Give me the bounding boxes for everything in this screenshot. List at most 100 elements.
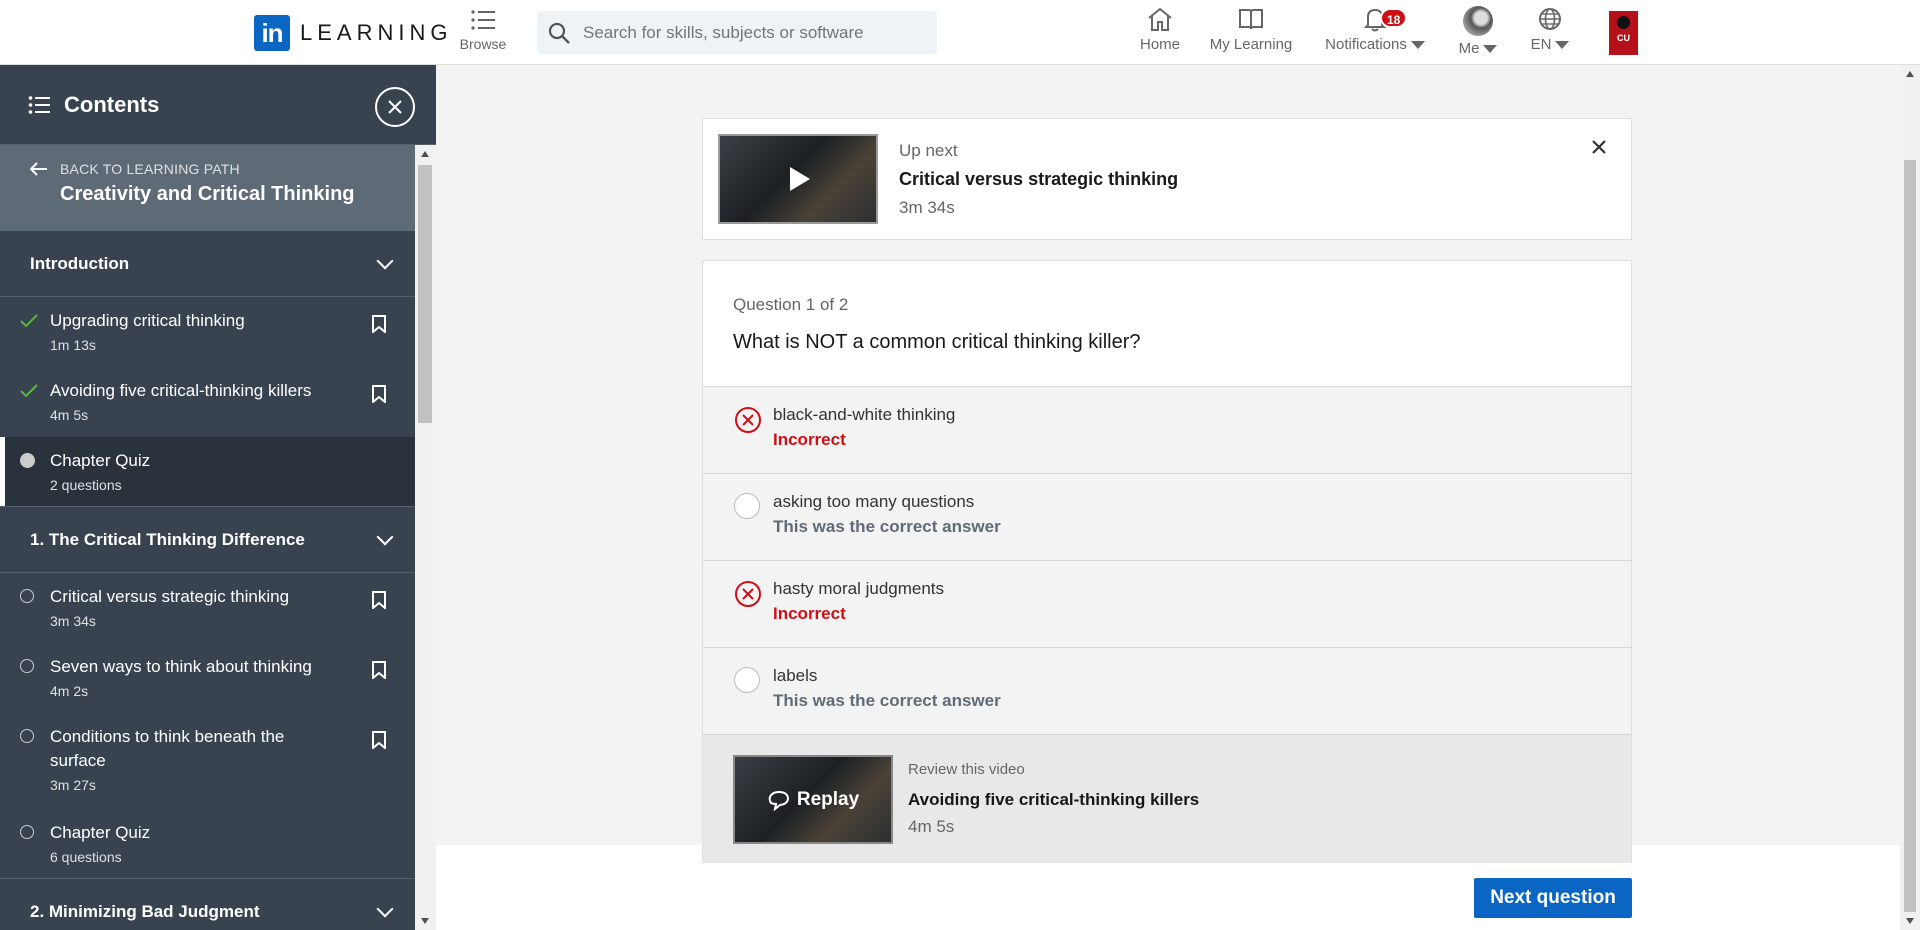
nav-me[interactable]: Me (1454, 6, 1502, 57)
replay-button[interactable]: Replay (735, 757, 891, 842)
chevron-down-icon (376, 528, 394, 545)
replay-icon (768, 790, 789, 811)
answer-option[interactable]: hasty moral judgments Incorrect (703, 560, 1631, 647)
option-verdict: Incorrect (773, 430, 846, 449)
scroll-down-arrow-icon[interactable] (1906, 918, 1914, 924)
not-started-icon (20, 729, 34, 743)
browse-button[interactable]: Browse (455, 8, 511, 52)
check-icon (20, 383, 38, 404)
search-input[interactable] (583, 22, 923, 43)
up-next-label: Up next (899, 141, 958, 160)
replay-label: Replay (796, 788, 860, 810)
sidebar-header: Contents (0, 65, 436, 145)
scroll-down-arrow-icon[interactable] (421, 918, 429, 924)
option-text: black-and-white thinking (773, 405, 956, 424)
item-title: Conditions to think beneath the surface (50, 727, 285, 770)
list-item[interactable]: Seven ways to think about thinking 4m 2s (0, 643, 415, 713)
bookmark-icon[interactable] (372, 315, 386, 338)
scrollbar-thumb[interactable] (418, 165, 432, 423)
nav-notifications[interactable]: 18 Notifications (1322, 6, 1428, 53)
item-title: Chapter Quiz (50, 823, 151, 842)
incorrect-x-icon (734, 406, 762, 439)
linkedin-learning-logo[interactable]: in LEARNING (254, 15, 452, 51)
contents-sidebar: Contents BACK TO LEARNING PATH Creativit… (0, 65, 436, 930)
item-title: Upgrading critical thinking (50, 311, 245, 330)
avatar (1463, 6, 1493, 36)
close-sidebar-button[interactable] (375, 87, 415, 127)
chevron-down-icon (376, 252, 394, 269)
bookmark-icon[interactable] (372, 385, 386, 408)
sidebar-scrollbar[interactable] (415, 145, 436, 930)
question-text: What is NOT a common critical thinking k… (733, 331, 1141, 353)
up-next-title: Critical versus strategic thinking (899, 169, 1179, 189)
close-icon (388, 100, 402, 114)
up-next-card[interactable]: Up next Critical versus strategic thinki… (702, 118, 1632, 240)
sidebar-title: Contents (64, 91, 160, 117)
option-verdict: This was the correct answer (773, 691, 1001, 710)
linkedin-logo-icon: in (254, 15, 290, 51)
option-verdict: Incorrect (773, 604, 846, 623)
option-text: asking too many questions (773, 492, 975, 511)
review-video-thumbnail[interactable]: Replay (733, 755, 893, 844)
chevron-down-icon (376, 900, 394, 918)
item-title: Chapter Quiz (50, 451, 151, 470)
chevron-down-icon (1555, 40, 1570, 49)
item-duration: 4m 2s (50, 683, 89, 699)
item-duration: 3m 27s (50, 777, 96, 793)
not-started-icon (20, 825, 34, 839)
list-item-current[interactable]: Chapter Quiz 2 questions (0, 437, 415, 507)
incorrect-x-icon (734, 580, 762, 613)
nav-me-label: Me (1458, 40, 1480, 57)
nav-language[interactable]: EN (1526, 6, 1574, 53)
arrow-left-icon (30, 162, 47, 176)
sidebar-contents-list: BACK TO LEARNING PATH Creativity and Cri… (0, 145, 415, 930)
option-verdict: This was the correct answer (773, 517, 1001, 536)
item-duration: 6 questions (50, 849, 122, 865)
scroll-up-arrow-icon[interactable] (1906, 71, 1914, 77)
list-item[interactable]: Avoiding five critical-thinking killers … (0, 367, 415, 437)
nav-home[interactable]: Home (1136, 6, 1184, 53)
answer-option[interactable]: labels This was the correct answer (703, 647, 1631, 734)
item-title: Critical versus strategic thinking (50, 587, 290, 606)
list-item[interactable]: Critical versus strategic thinking 3m 34… (0, 573, 415, 643)
list-icon (471, 10, 495, 30)
list-item[interactable]: Chapter Quiz 6 questions (0, 809, 415, 879)
home-icon (1148, 7, 1172, 31)
back-label: BACK TO LEARNING PATH (60, 161, 240, 177)
list-item[interactable]: Upgrading critical thinking 1m 13s (0, 297, 415, 367)
section-introduction[interactable]: Introduction (0, 231, 415, 297)
answer-option[interactable]: black-and-white thinking Incorrect (703, 386, 1631, 473)
nav-my-learning[interactable]: My Learning (1208, 6, 1294, 53)
dismiss-up-next-button[interactable] (1592, 134, 1606, 160)
section-critical-thinking-difference[interactable]: 1. The Critical Thinking Difference (0, 507, 415, 573)
back-to-learning-path[interactable]: BACK TO LEARNING PATH Creativity and Cri… (0, 145, 415, 231)
up-next-thumbnail[interactable] (718, 134, 878, 224)
chevron-down-icon (1483, 44, 1498, 53)
answer-option[interactable]: asking too many questions This was the c… (703, 473, 1631, 560)
current-dot-icon (20, 453, 35, 468)
bookmark-icon[interactable] (372, 591, 386, 614)
nav-my-learning-label: My Learning (1209, 36, 1293, 53)
section-title: 1. The Critical Thinking Difference (30, 529, 305, 549)
option-text: labels (773, 666, 818, 685)
bookmark-icon[interactable] (372, 661, 386, 684)
play-icon (790, 167, 810, 191)
bookmark-icon[interactable] (372, 731, 386, 754)
up-next-duration: 3m 34s (899, 198, 955, 217)
radio-circle-icon (734, 493, 760, 519)
section-minimizing-bad-judgment[interactable]: 2. Minimizing Bad Judgment (0, 879, 415, 930)
nav-language-label: EN (1530, 36, 1552, 53)
list-icon (28, 95, 50, 114)
organization-logo[interactable]: CU (1609, 11, 1638, 55)
nav-home-label: Home (1139, 36, 1180, 53)
scrollbar-thumb[interactable] (1904, 160, 1916, 912)
list-item[interactable]: Conditions to think beneath the surface … (0, 713, 415, 809)
next-question-button[interactable]: Next question (1474, 878, 1632, 918)
scroll-up-arrow-icon[interactable] (421, 151, 429, 157)
learning-path-title: Creativity and Critical Thinking (60, 183, 355, 205)
page-scrollbar[interactable] (1900, 65, 1920, 930)
review-video-title[interactable]: Avoiding five critical-thinking killers (908, 790, 1199, 810)
check-icon (20, 313, 38, 334)
search-bar[interactable] (537, 11, 937, 54)
review-video-panel: Replay Review this video Avoiding five c… (703, 734, 1631, 863)
